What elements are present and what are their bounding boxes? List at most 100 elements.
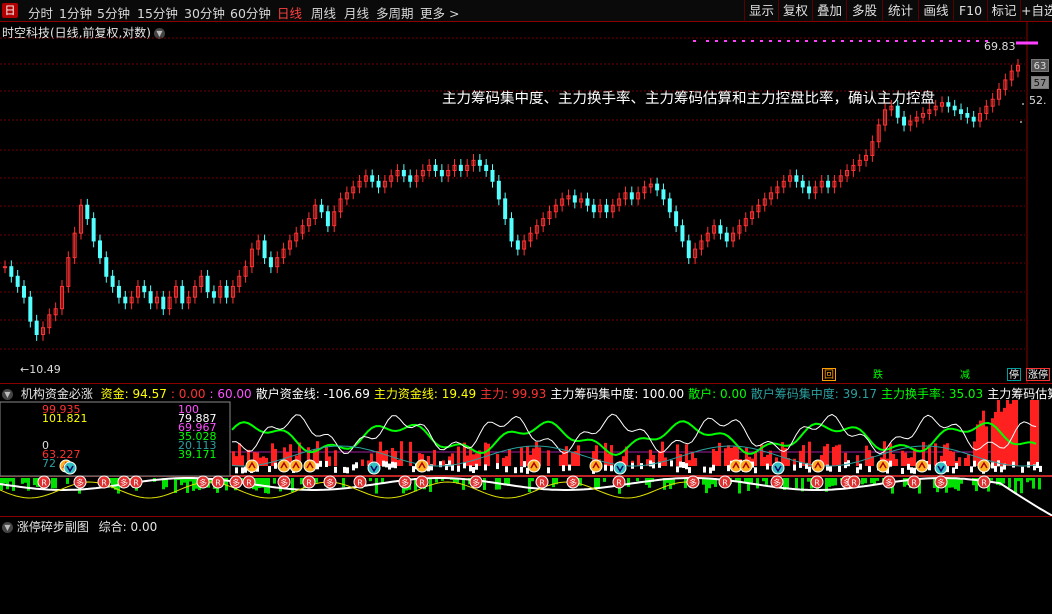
green-bar xyxy=(186,478,189,493)
signal-icon: 多 xyxy=(882,475,896,489)
main-bar xyxy=(763,456,766,466)
candle-body xyxy=(515,240,520,250)
signal-icon-label: 多 xyxy=(569,478,577,488)
main-bar xyxy=(832,446,835,466)
white-bar xyxy=(901,467,904,474)
candle-body xyxy=(408,175,413,182)
chevron-down-icon[interactable]: ▼ xyxy=(2,522,13,533)
white-bar xyxy=(475,463,478,470)
signal-icon: R xyxy=(535,475,549,489)
marker-dot xyxy=(931,40,934,42)
main-bar xyxy=(235,456,238,466)
chevron-down-icon[interactable]: ▼ xyxy=(2,389,13,400)
main-bar xyxy=(901,450,904,466)
candle-body xyxy=(807,186,812,194)
main-bar xyxy=(910,457,913,466)
candle-body xyxy=(794,175,799,182)
signal-icon-label: 多 xyxy=(199,478,207,488)
main-bar xyxy=(451,453,454,466)
up-arrow-icon xyxy=(277,459,291,473)
axis-label-63: 63 xyxy=(1031,59,1049,72)
main-bar xyxy=(316,441,319,466)
candle-body xyxy=(724,232,729,242)
signal-icon: 多 xyxy=(277,475,291,489)
main-bar xyxy=(979,420,982,466)
candle-body xyxy=(180,285,185,304)
marker-dot xyxy=(832,40,835,42)
main-bar xyxy=(508,449,511,466)
candlestick-chart[interactable] xyxy=(0,0,1052,385)
main-bar xyxy=(1036,400,1039,466)
tail-dot xyxy=(1020,121,1022,123)
green-bar xyxy=(24,478,27,483)
white-bar xyxy=(973,460,976,467)
green-bar xyxy=(528,478,531,493)
signal-icon-label: 多 xyxy=(76,478,84,488)
signal-icon-label: R xyxy=(616,479,622,488)
white-bar xyxy=(859,463,862,470)
white-bar xyxy=(445,464,448,471)
candle-body xyxy=(110,275,115,287)
indicator1-legend-0: 资金: 94.57 xyxy=(100,387,167,401)
signal-icon: 多 xyxy=(398,475,412,489)
candle-body xyxy=(686,240,691,259)
main-bar xyxy=(676,444,679,466)
candle-body xyxy=(585,198,590,206)
up-arrow-icon xyxy=(245,459,259,473)
candle-body xyxy=(971,116,976,122)
green-bar xyxy=(1038,478,1041,490)
signal-icon-label: 多 xyxy=(232,478,240,488)
candle-body xyxy=(959,109,964,114)
green-bar xyxy=(375,478,378,494)
low-price-label: ←10.49 xyxy=(20,363,61,376)
pane-divider xyxy=(0,516,1052,517)
candle-body xyxy=(148,291,153,304)
main-bar xyxy=(520,447,523,466)
green-bar xyxy=(951,478,954,488)
green-bar xyxy=(273,478,276,484)
signal-icon: 多 xyxy=(323,475,337,489)
white-bar xyxy=(913,467,916,474)
green-bar xyxy=(1026,478,1029,483)
indicator2-title[interactable]: 涨停碎步副图 xyxy=(17,520,89,534)
candle-body xyxy=(680,225,685,242)
candle-body xyxy=(97,240,102,259)
main-bar xyxy=(754,451,757,466)
indicator1-title[interactable]: 机构资金必涨 xyxy=(21,387,93,401)
signal-icon-label: R xyxy=(851,479,857,488)
white-bar xyxy=(505,466,508,473)
marker-dot xyxy=(940,40,943,42)
main-bar xyxy=(856,455,859,466)
indicator1-chart[interactable]: R多R多R多R多R多R多R多R多R多R多R多R多R多R多R xyxy=(0,400,1052,530)
green-bar xyxy=(684,478,687,489)
white-bar xyxy=(391,461,394,468)
green-bar xyxy=(1014,478,1017,494)
white-bar xyxy=(274,462,277,469)
green-bar xyxy=(9,478,12,482)
candle-body xyxy=(91,218,96,242)
marker-dot xyxy=(796,40,799,42)
up-arrow-icon xyxy=(915,459,929,473)
white-bar xyxy=(907,463,910,470)
green-bar xyxy=(648,478,651,488)
white-bar xyxy=(829,465,832,472)
main-bar xyxy=(727,445,730,466)
green-bar xyxy=(54,478,57,489)
candle-body xyxy=(946,102,951,107)
white-bar xyxy=(649,460,652,467)
signal-icon-label: 多 xyxy=(120,478,128,488)
main-bar xyxy=(952,451,955,466)
signal-icon: 多 xyxy=(686,475,700,489)
signal-mark-fall: 跌 xyxy=(871,368,885,381)
green-bar xyxy=(1032,478,1035,489)
main-bar xyxy=(967,454,970,466)
indicator1-legend-2: : 60.00 xyxy=(209,387,252,401)
signal-icon-label: R xyxy=(101,479,107,488)
marker-dot xyxy=(976,40,979,42)
down-arrow-icon xyxy=(367,461,381,475)
main-bar xyxy=(466,455,469,466)
green-bar xyxy=(705,478,708,494)
white-bar xyxy=(319,460,322,467)
white-bar xyxy=(712,464,715,471)
white-bar xyxy=(856,467,859,474)
